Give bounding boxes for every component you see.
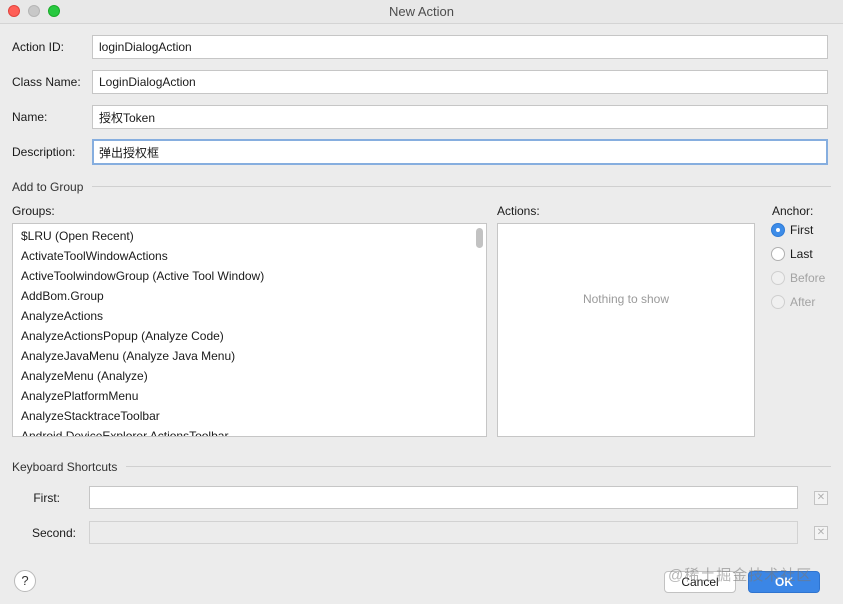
radio-unchecked-icon[interactable] [771,247,785,261]
second-shortcut-input [89,521,798,544]
actions-list[interactable]: Nothing to show [497,223,755,437]
section-divider [92,186,831,187]
anchor-after-radio: After [771,293,815,311]
radio-label: After [790,295,816,309]
help-button[interactable]: ? [14,570,36,592]
list-item[interactable]: $LRU (Open Recent) [13,226,486,246]
class-name-label: Class Name: [12,75,81,89]
maximize-window-button[interactable] [48,5,60,17]
actions-label: Actions: [497,204,540,218]
title-bar: New Action [0,0,843,24]
radio-checked-icon[interactable] [771,223,785,237]
action-id-input[interactable] [92,35,828,59]
class-name-input[interactable] [92,70,828,94]
second-shortcut-label: Second: [31,526,76,540]
anchor-first-radio[interactable]: First [771,221,813,239]
first-shortcut-input[interactable] [89,486,798,509]
clear-second-shortcut-icon: ✕ [814,526,828,540]
close-window-button[interactable] [8,5,20,17]
radio-label: First [790,223,814,237]
anchor-last-radio[interactable]: Last [771,245,813,263]
anchor-before-radio: Before [771,269,825,287]
list-item[interactable]: ActivateToolWindowActions [13,246,486,266]
list-item[interactable]: AnalyzeMenu (Analyze) [13,366,486,386]
list-item[interactable]: AnalyzeActions [13,306,486,326]
name-label: Name: [12,110,48,124]
window-title: New Action [388,4,455,19]
clear-first-shortcut-icon[interactable]: ✕ [814,491,828,505]
anchor-label: Anchor: [772,204,814,218]
list-item[interactable]: AnalyzeActionsPopup (Analyze Code) [13,326,486,346]
first-shortcut-label: First: [33,491,60,505]
minimize-window-button[interactable] [28,5,40,17]
section-divider [126,466,831,467]
list-item[interactable]: AddBom.Group [13,286,486,306]
radio-disabled-icon [771,295,785,309]
list-item[interactable]: AnalyzeJavaMenu (Analyze Java Menu) [13,346,486,366]
name-input[interactable] [92,105,828,129]
list-item[interactable]: AnalyzePlatformMenu [13,386,486,406]
list-item[interactable]: Android.DeviceExplorer.ActionsToolbar [13,426,486,436]
add-to-group-title: Add to Group [12,180,84,194]
groups-label: Groups: [12,204,55,218]
list-item[interactable]: ActiveToolwindowGroup (Active Tool Windo… [13,266,486,286]
description-label: Description: [12,145,76,159]
keyboard-shortcuts-title: Keyboard Shortcuts [12,460,118,474]
groups-scrollbar[interactable] [476,228,483,248]
groups-list[interactable]: $LRU (Open Recent) ActivateToolWindowAct… [12,223,487,437]
actions-empty-text: Nothing to show [582,292,670,306]
radio-disabled-icon [771,271,785,285]
watermark-text: @稀土掘金技术社区 [668,567,813,584]
action-id-label: Action ID: [12,40,65,54]
radio-label: Before [790,271,826,285]
list-item[interactable]: AnalyzeStacktraceToolbar [13,406,486,426]
description-input[interactable] [92,139,828,165]
radio-label: Last [790,247,813,261]
